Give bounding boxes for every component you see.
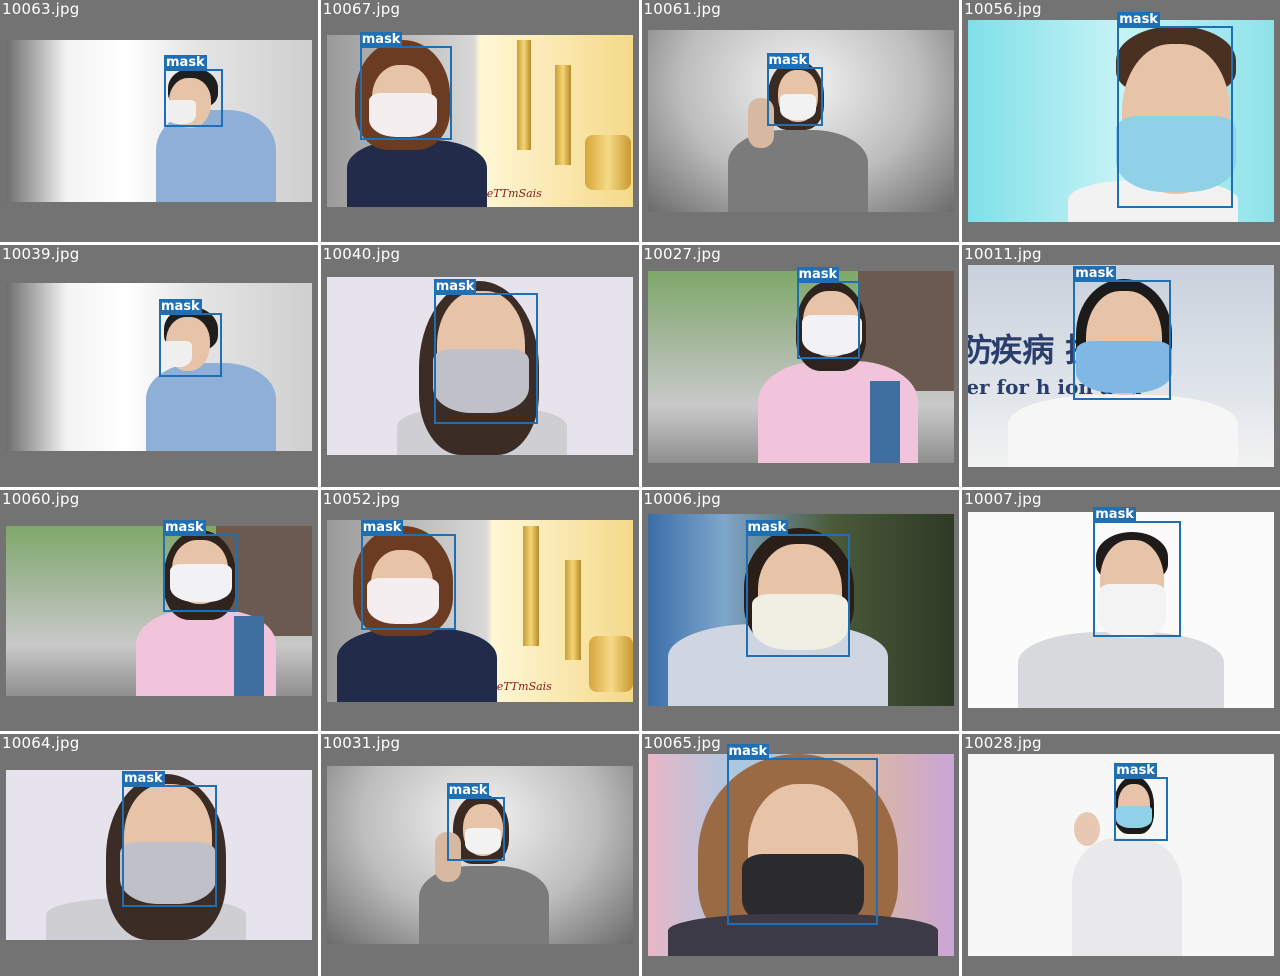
detection-label: mask <box>159 298 202 314</box>
tile-filename: 10052.jpg <box>322 489 401 508</box>
tile-filename: 10061.jpg <box>643 0 721 18</box>
image-tile[interactable]: 10064.jpg mask <box>0 734 318 976</box>
product-bottle <box>564 559 581 660</box>
person-body <box>336 627 497 702</box>
image-tile[interactable]: 10031.jpg mask <box>320 734 639 976</box>
detection-box: mask <box>446 783 505 862</box>
detection-box: mask <box>745 519 850 657</box>
tile-filename: 10028.jpg <box>964 734 1042 753</box>
product-bottle <box>516 40 531 150</box>
product-bottle <box>522 525 539 646</box>
tile-photo <box>6 40 312 202</box>
tile-filename: 10064.jpg <box>2 734 80 753</box>
bag-strap <box>234 615 264 696</box>
detection-label: mask <box>1093 506 1136 522</box>
image-tile[interactable]: 10052.jpg eTTmSais mask <box>320 489 639 732</box>
person-body <box>1018 631 1225 708</box>
tile-filename: 10006.jpg <box>643 489 721 508</box>
detection-box: mask <box>433 278 538 424</box>
image-tile[interactable]: 10040.jpg mask <box>320 244 639 487</box>
detection-label: mask <box>766 53 810 68</box>
bag-strap <box>869 380 900 463</box>
detection-box: mask <box>766 53 823 126</box>
tile-filename: 10063.jpg <box>2 0 80 18</box>
image-tile[interactable]: 10063.jpg mask <box>0 0 318 242</box>
tile-filename: 10056.jpg <box>964 0 1042 18</box>
image-tile[interactable]: 10067.jpg eTTmSais mask <box>320 0 639 242</box>
detection-label: mask <box>1114 763 1157 779</box>
tile-filename: 10039.jpg <box>2 244 80 263</box>
image-tile[interactable]: 10061.jpg mask <box>641 0 960 242</box>
detection-label: mask <box>446 783 490 799</box>
detection-box: mask <box>122 771 217 908</box>
detection-box: mask <box>726 744 878 926</box>
product-jar <box>588 635 633 692</box>
detection-label: mask <box>726 744 770 760</box>
tile-photo <box>6 525 312 696</box>
detection-label: mask <box>1117 12 1160 27</box>
tile-filename: 10007.jpg <box>964 489 1042 508</box>
tile-filename: 10027.jpg <box>643 244 721 263</box>
detection-box: mask <box>1114 763 1169 842</box>
product-bottle <box>554 65 571 165</box>
backdrop-chinese-text: 防 <box>968 330 993 369</box>
image-tile[interactable]: 10006.jpg mask <box>641 489 960 732</box>
detection-label: mask <box>360 519 404 535</box>
person-body <box>1008 394 1239 467</box>
detection-label: mask <box>433 278 477 294</box>
image-tile[interactable]: 10056.jpg mask <box>962 0 1280 242</box>
detection-label: mask <box>163 519 206 535</box>
detection-label: mask <box>164 55 207 70</box>
tile-filename: 10060.jpg <box>2 489 80 508</box>
image-watermark: eTTmSais <box>496 679 552 693</box>
detection-label: mask <box>796 266 840 282</box>
image-tile[interactable]: 10028.jpg mask <box>962 734 1280 976</box>
tile-filename: 10031.jpg <box>322 734 401 753</box>
detection-label: mask <box>1073 265 1116 281</box>
detection-box: mask <box>164 55 223 127</box>
detection-box: mask <box>360 519 456 630</box>
image-tile[interactable]: 10027.jpg mask <box>641 244 960 487</box>
detection-box: mask <box>1073 265 1172 400</box>
image-tile[interactable]: 10039.jpg mask <box>0 244 318 487</box>
detection-box: mask <box>163 519 237 612</box>
tile-filename: 10040.jpg <box>322 244 401 263</box>
image-tile[interactable]: 10065.jpg mask <box>641 734 960 976</box>
person-body <box>1072 838 1183 957</box>
tile-filename: 10065.jpg <box>643 734 721 753</box>
person-body <box>346 140 487 207</box>
detection-box: mask <box>359 32 452 140</box>
image-tile[interactable]: 10011.jpg 防 疾病 控制 er for h ion and mask <box>962 244 1280 487</box>
tile-filename: 10067.jpg <box>322 0 401 18</box>
detection-box: mask <box>796 266 860 359</box>
image-tile[interactable]: 10007.jpg mask <box>962 489 1280 732</box>
person-body <box>727 130 868 212</box>
product-jar <box>584 135 631 190</box>
ok-hand-gesture <box>1074 812 1101 847</box>
image-tile[interactable]: 10060.jpg mask <box>0 489 318 732</box>
detection-box: mask <box>1093 506 1182 637</box>
detection-box: mask <box>1117 12 1234 208</box>
detection-box: mask <box>159 298 222 377</box>
detection-label: mask <box>122 771 165 787</box>
image-watermark: eTTmSais <box>486 187 542 200</box>
tile-filename: 10011.jpg <box>964 244 1042 263</box>
detection-label: mask <box>745 519 789 535</box>
detection-label: mask <box>359 32 403 47</box>
detection-results-grid: 10063.jpg mask 10067.jpg eTTmSais mask 1… <box>0 0 1280 976</box>
